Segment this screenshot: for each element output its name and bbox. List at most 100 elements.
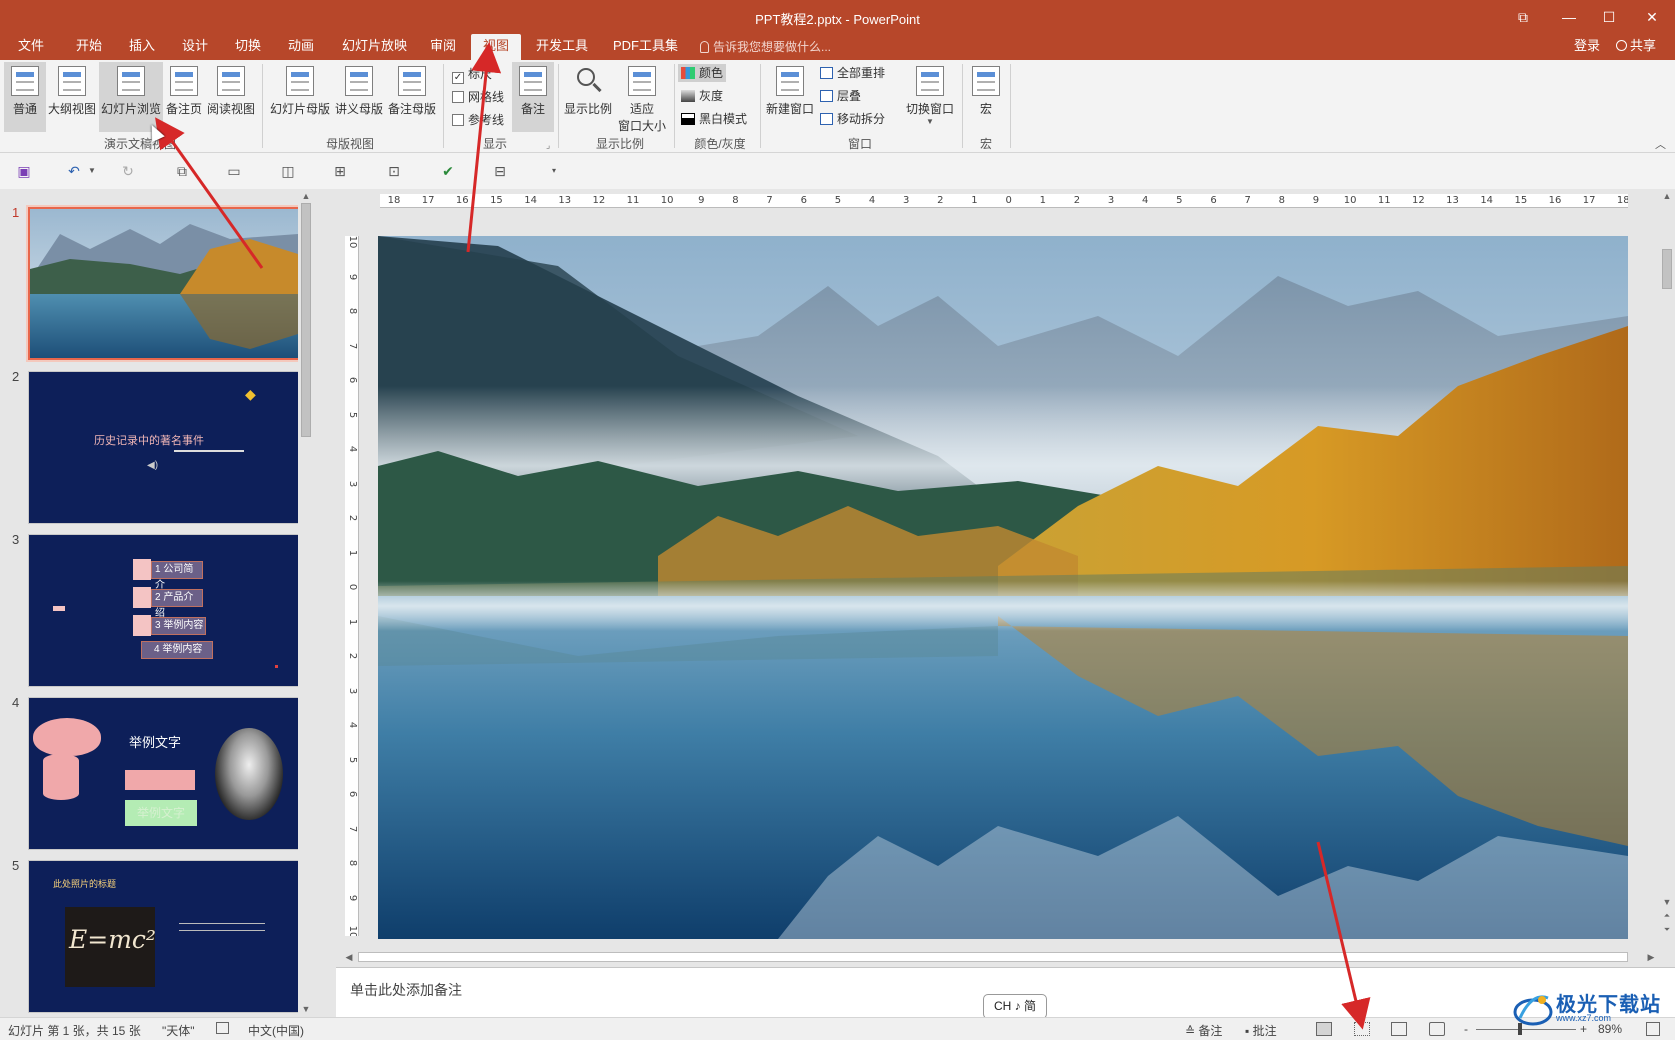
slide-sorter-label: 幻灯片浏览 <box>100 102 161 116</box>
maximize-button[interactable]: ☐ <box>1586 0 1632 34</box>
comments-toggle[interactable]: ▪ 批注 <box>1245 1022 1277 1039</box>
scroll-up-icon[interactable]: ▲ <box>298 189 314 203</box>
scroll-up-icon[interactable]: ▲ <box>1659 189 1675 203</box>
new-window-button[interactable]: 新建窗口 <box>764 62 816 132</box>
vertical-ruler[interactable]: 10 9 8 7 6 5 4 3 2 1 0 1 2 3 4 5 6 7 8 9 10 <box>345 236 359 936</box>
tab-pdf-tools[interactable]: PDF工具集 <box>609 34 682 60</box>
slide-canvas[interactable] <box>378 236 1628 939</box>
ruler-tick-label: 9 <box>1312 195 1320 206</box>
tab-insert[interactable]: 插入 <box>125 34 159 60</box>
slide-thumbnail-4[interactable]: 举例文字 举例文字 <box>28 697 300 850</box>
arrange-all-button[interactable]: 全部重排 <box>820 64 885 82</box>
checkbox-empty-icon <box>452 91 464 103</box>
tab-review[interactable]: 审阅 <box>426 34 460 60</box>
slide-thumbnail-1[interactable] <box>26 205 302 362</box>
tab-developer[interactable]: 开发工具 <box>532 34 592 60</box>
slide-scrollbar[interactable]: ▲ ▼ ⏶ ⏷ <box>1659 189 1675 949</box>
slide-master-icon <box>286 66 314 96</box>
scroll-thumb[interactable] <box>1662 249 1672 289</box>
slideshow-status-icon[interactable] <box>1429 1022 1445 1036</box>
share-button[interactable]: 共享 <box>1612 34 1660 60</box>
slide-sorter-status-icon[interactable] <box>1354 1022 1370 1036</box>
color-button[interactable]: 颜色 <box>678 64 727 82</box>
scroll-down-icon[interactable]: ▼ <box>298 1002 314 1016</box>
tell-me-box[interactable]: 告诉我您想要做什么... <box>700 38 831 55</box>
scroll-thumb[interactable] <box>301 203 311 437</box>
tell-me-placeholder: 告诉我您想要做什么... <box>713 40 832 54</box>
zoom-out-button[interactable]: - <box>1464 1022 1468 1036</box>
dialog-launcher-icon[interactable]: ⌟ <box>546 140 550 151</box>
ruler-tick-label: 4 <box>347 445 358 453</box>
thumbnails-scrollbar[interactable]: ▲ ▼ <box>298 189 314 1017</box>
new-slide-icon[interactable]: ⧉ <box>174 163 190 179</box>
textbox-icon[interactable]: ▭ <box>226 163 242 179</box>
group-zoom-label: 显示比例 <box>595 137 644 151</box>
outline-view-icon <box>58 66 86 96</box>
print-preview-icon[interactable]: ⊡ <box>386 163 402 179</box>
scroll-right-icon[interactable]: ▶ <box>1644 949 1658 965</box>
next-slide-icon[interactable]: ⏷ <box>1659 923 1675 937</box>
switch-window-button[interactable]: 切换窗口 ▼ <box>902 62 958 132</box>
tab-view[interactable]: 视图 <box>471 34 521 60</box>
reading-view-icon <box>217 66 245 96</box>
normal-view-status-icon[interactable] <box>1316 1022 1332 1036</box>
notes-button[interactable]: 备注 <box>512 62 554 132</box>
handout-master-icon <box>345 66 373 96</box>
collapse-ribbon-icon[interactable]: ︿ <box>1655 136 1666 152</box>
more-commands-icon[interactable]: ▾ <box>546 163 562 179</box>
redo-icon[interactable]: ↻ <box>120 163 136 179</box>
group-color-label: 颜色/灰度 <box>694 137 746 151</box>
tab-design[interactable]: 设计 <box>178 34 212 60</box>
horizontal-scrollbar[interactable]: ◀ ▶ <box>342 949 1660 965</box>
scroll-left-icon[interactable]: ◀ <box>342 949 356 965</box>
guides-checkbox[interactable]: 参考线 <box>452 112 504 128</box>
ime-indicator[interactable]: CH ♪ 简 <box>983 994 1047 1019</box>
zoom-button[interactable]: 显示比例 <box>562 62 614 132</box>
tab-home[interactable]: 开始 <box>72 34 106 60</box>
normal-view-button[interactable]: 普通 <box>4 62 46 132</box>
macro-button[interactable]: 宏 <box>966 62 1006 132</box>
gridlines-checkbox[interactable]: 网格线 <box>452 89 504 105</box>
restore-ribbon-icon[interactable]: ⧉ <box>1500 0 1546 34</box>
slide-sorter-button[interactable]: 幻灯片浏览 <box>99 62 163 132</box>
move-split-button[interactable]: 移动拆分 <box>820 110 885 128</box>
undo-icon[interactable]: ↶ <box>66 163 82 179</box>
spellcheck-status-icon[interactable] <box>216 1022 229 1034</box>
ruler-tick-label: 4 <box>868 195 876 206</box>
outline-view-button[interactable]: 大纲视图 <box>46 62 98 132</box>
language-indicator[interactable]: 中文(中国) <box>248 1022 304 1039</box>
tab-animations[interactable]: 动画 <box>284 34 318 60</box>
normal-view-icon <box>11 66 39 96</box>
tab-slideshow[interactable]: 幻灯片放映 <box>338 34 411 60</box>
undo-dropdown-icon[interactable]: ▼ <box>84 163 100 179</box>
slide-thumbnail-2[interactable]: 历史记录中的著名事件 ◀) ◆ <box>28 371 300 524</box>
slideshow-icon[interactable]: ◫ <box>280 163 296 179</box>
tab-file[interactable]: 文件 <box>14 34 48 60</box>
reading-view-status-icon[interactable] <box>1391 1022 1407 1036</box>
scroll-thumb[interactable] <box>358 952 1628 962</box>
handout-master-button[interactable]: 讲义母版 <box>333 62 385 132</box>
slide-master-button[interactable]: 幻灯片母版 <box>268 62 332 132</box>
slide-thumbnail-3[interactable]: 1 公司简介 2 产品介绍 3 举例内容 4 举例内容 <box>28 534 300 687</box>
reading-view-button[interactable]: 阅读视图 <box>205 62 257 132</box>
black-white-button[interactable]: 黑白模式 <box>681 110 747 128</box>
scroll-down-icon[interactable]: ▼ <box>1659 895 1675 909</box>
slide-master-label: 幻灯片母版 <box>269 102 330 116</box>
tab-transitions[interactable]: 切换 <box>231 34 265 60</box>
cascade-button[interactable]: 层叠 <box>820 87 861 105</box>
notes-master-button[interactable]: 备注母版 <box>386 62 438 132</box>
presenter-icon[interactable]: ⊞ <box>332 163 348 179</box>
customize-icon[interactable]: ⊟ <box>492 163 508 179</box>
ruler-checkbox[interactable]: ✓ 标尺 <box>452 66 492 84</box>
notes-toggle[interactable]: ≙ 备注 <box>1185 1022 1222 1039</box>
slide-thumbnail-5[interactable]: 此处照片的标题 E=mc² <box>28 860 300 1013</box>
previous-slide-icon[interactable]: ⏶ <box>1659 909 1675 923</box>
notes-page-button[interactable]: 备注页 <box>164 62 204 132</box>
login-link[interactable]: 登录 <box>1570 34 1604 60</box>
ruler-tick-label: 3 <box>347 687 358 694</box>
grayscale-button[interactable]: 灰度 <box>681 87 723 105</box>
close-button[interactable]: ✕ <box>1629 0 1675 34</box>
spellcheck-icon[interactable]: ✔ <box>440 163 456 179</box>
save-icon[interactable]: ▣ <box>16 163 32 179</box>
horizontal-ruler[interactable]: 18 17 16 15 14 13 12 11 10 9 8 7 6 5 4 3 2 1 0 1 2 3 4 5 6 7 8 9 10 1… <box>380 194 1628 208</box>
